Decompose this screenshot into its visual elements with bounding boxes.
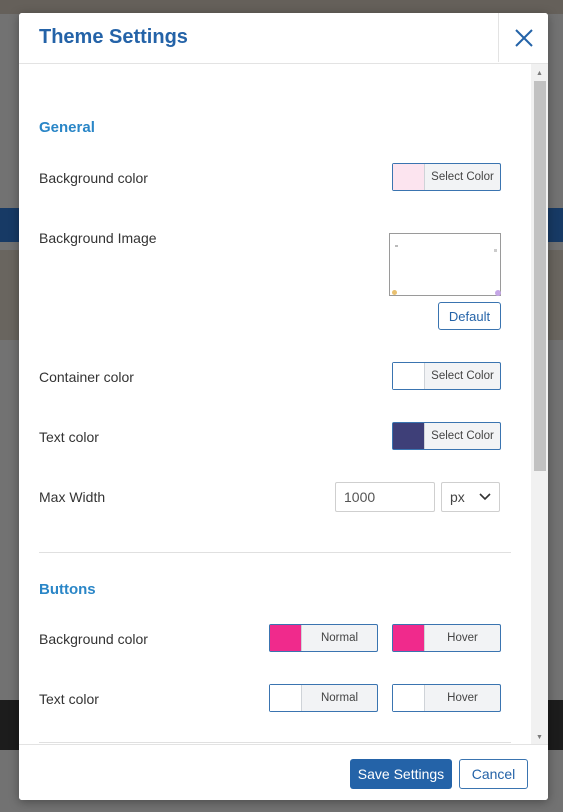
buttons-text-normal-picker[interactable]: Normal [269,684,378,712]
scroll-down-arrow-icon[interactable]: ▼ [531,730,548,744]
close-icon [515,28,533,47]
normal-label: Normal [320,692,359,704]
container-color-picker[interactable]: Select Color [392,362,501,390]
max-width-label: Max Width [39,489,106,505]
text-color-picker[interactable]: Select Color [392,422,501,450]
close-button[interactable] [498,13,548,62]
buttons-background-color-label: Background color [39,631,148,647]
section-title-general: General [39,119,95,136]
section-divider [39,552,511,553]
scrollbar-thumb[interactable] [534,81,546,471]
select-color-label: Select Color [431,430,494,442]
normal-label: Normal [320,632,359,644]
image-thumb-mark [395,245,398,247]
max-width-unit-select[interactable]: px [441,482,500,512]
buttons-bg-hover-picker[interactable]: Hover [392,624,501,652]
image-thumb-mark [392,290,397,295]
select-color-label: Select Color [431,370,494,382]
color-swatch [393,685,425,711]
hover-label: Hover [447,692,478,704]
theme-settings-modal: Theme Settings General Background color … [19,13,548,800]
color-swatch [393,625,425,651]
color-swatch [393,164,425,190]
section-divider [39,742,511,743]
buttons-text-color-label: Text color [39,691,99,707]
color-swatch [270,625,302,651]
modal-title: Theme Settings [39,26,188,48]
buttons-text-hover-picker[interactable]: Hover [392,684,501,712]
hover-label: Hover [447,632,478,644]
modal-body: General Background color Select Color Ba… [19,64,548,744]
scroll-up-arrow-icon[interactable]: ▲ [531,66,548,80]
resize-handle[interactable] [495,290,501,296]
modal-header: Theme Settings [19,13,548,64]
image-thumb-mark [494,249,497,252]
select-color-label: Select Color [431,171,494,183]
save-settings-button[interactable]: Save Settings [350,759,452,789]
background-image-label: Background Image [39,230,157,246]
color-swatch [393,363,425,389]
container-color-label: Container color [39,369,134,385]
default-image-button[interactable]: Default [438,302,501,330]
color-swatch [270,685,302,711]
section-title-buttons: Buttons [39,581,96,598]
buttons-bg-normal-picker[interactable]: Normal [269,624,378,652]
general-background-color-label: Background color [39,170,148,186]
text-color-label: Text color [39,429,99,445]
color-swatch [393,423,425,449]
cancel-button[interactable]: Cancel [459,759,528,789]
unit-value: px [450,489,465,505]
general-background-color-picker[interactable]: Select Color [392,163,501,191]
max-width-input[interactable] [335,482,435,512]
background-image-preview[interactable] [389,233,501,296]
modal-footer: Save Settings Cancel [19,744,548,800]
chevron-down-icon [479,493,491,501]
modal-scrollbar[interactable]: ▲ ▼ [531,64,548,744]
